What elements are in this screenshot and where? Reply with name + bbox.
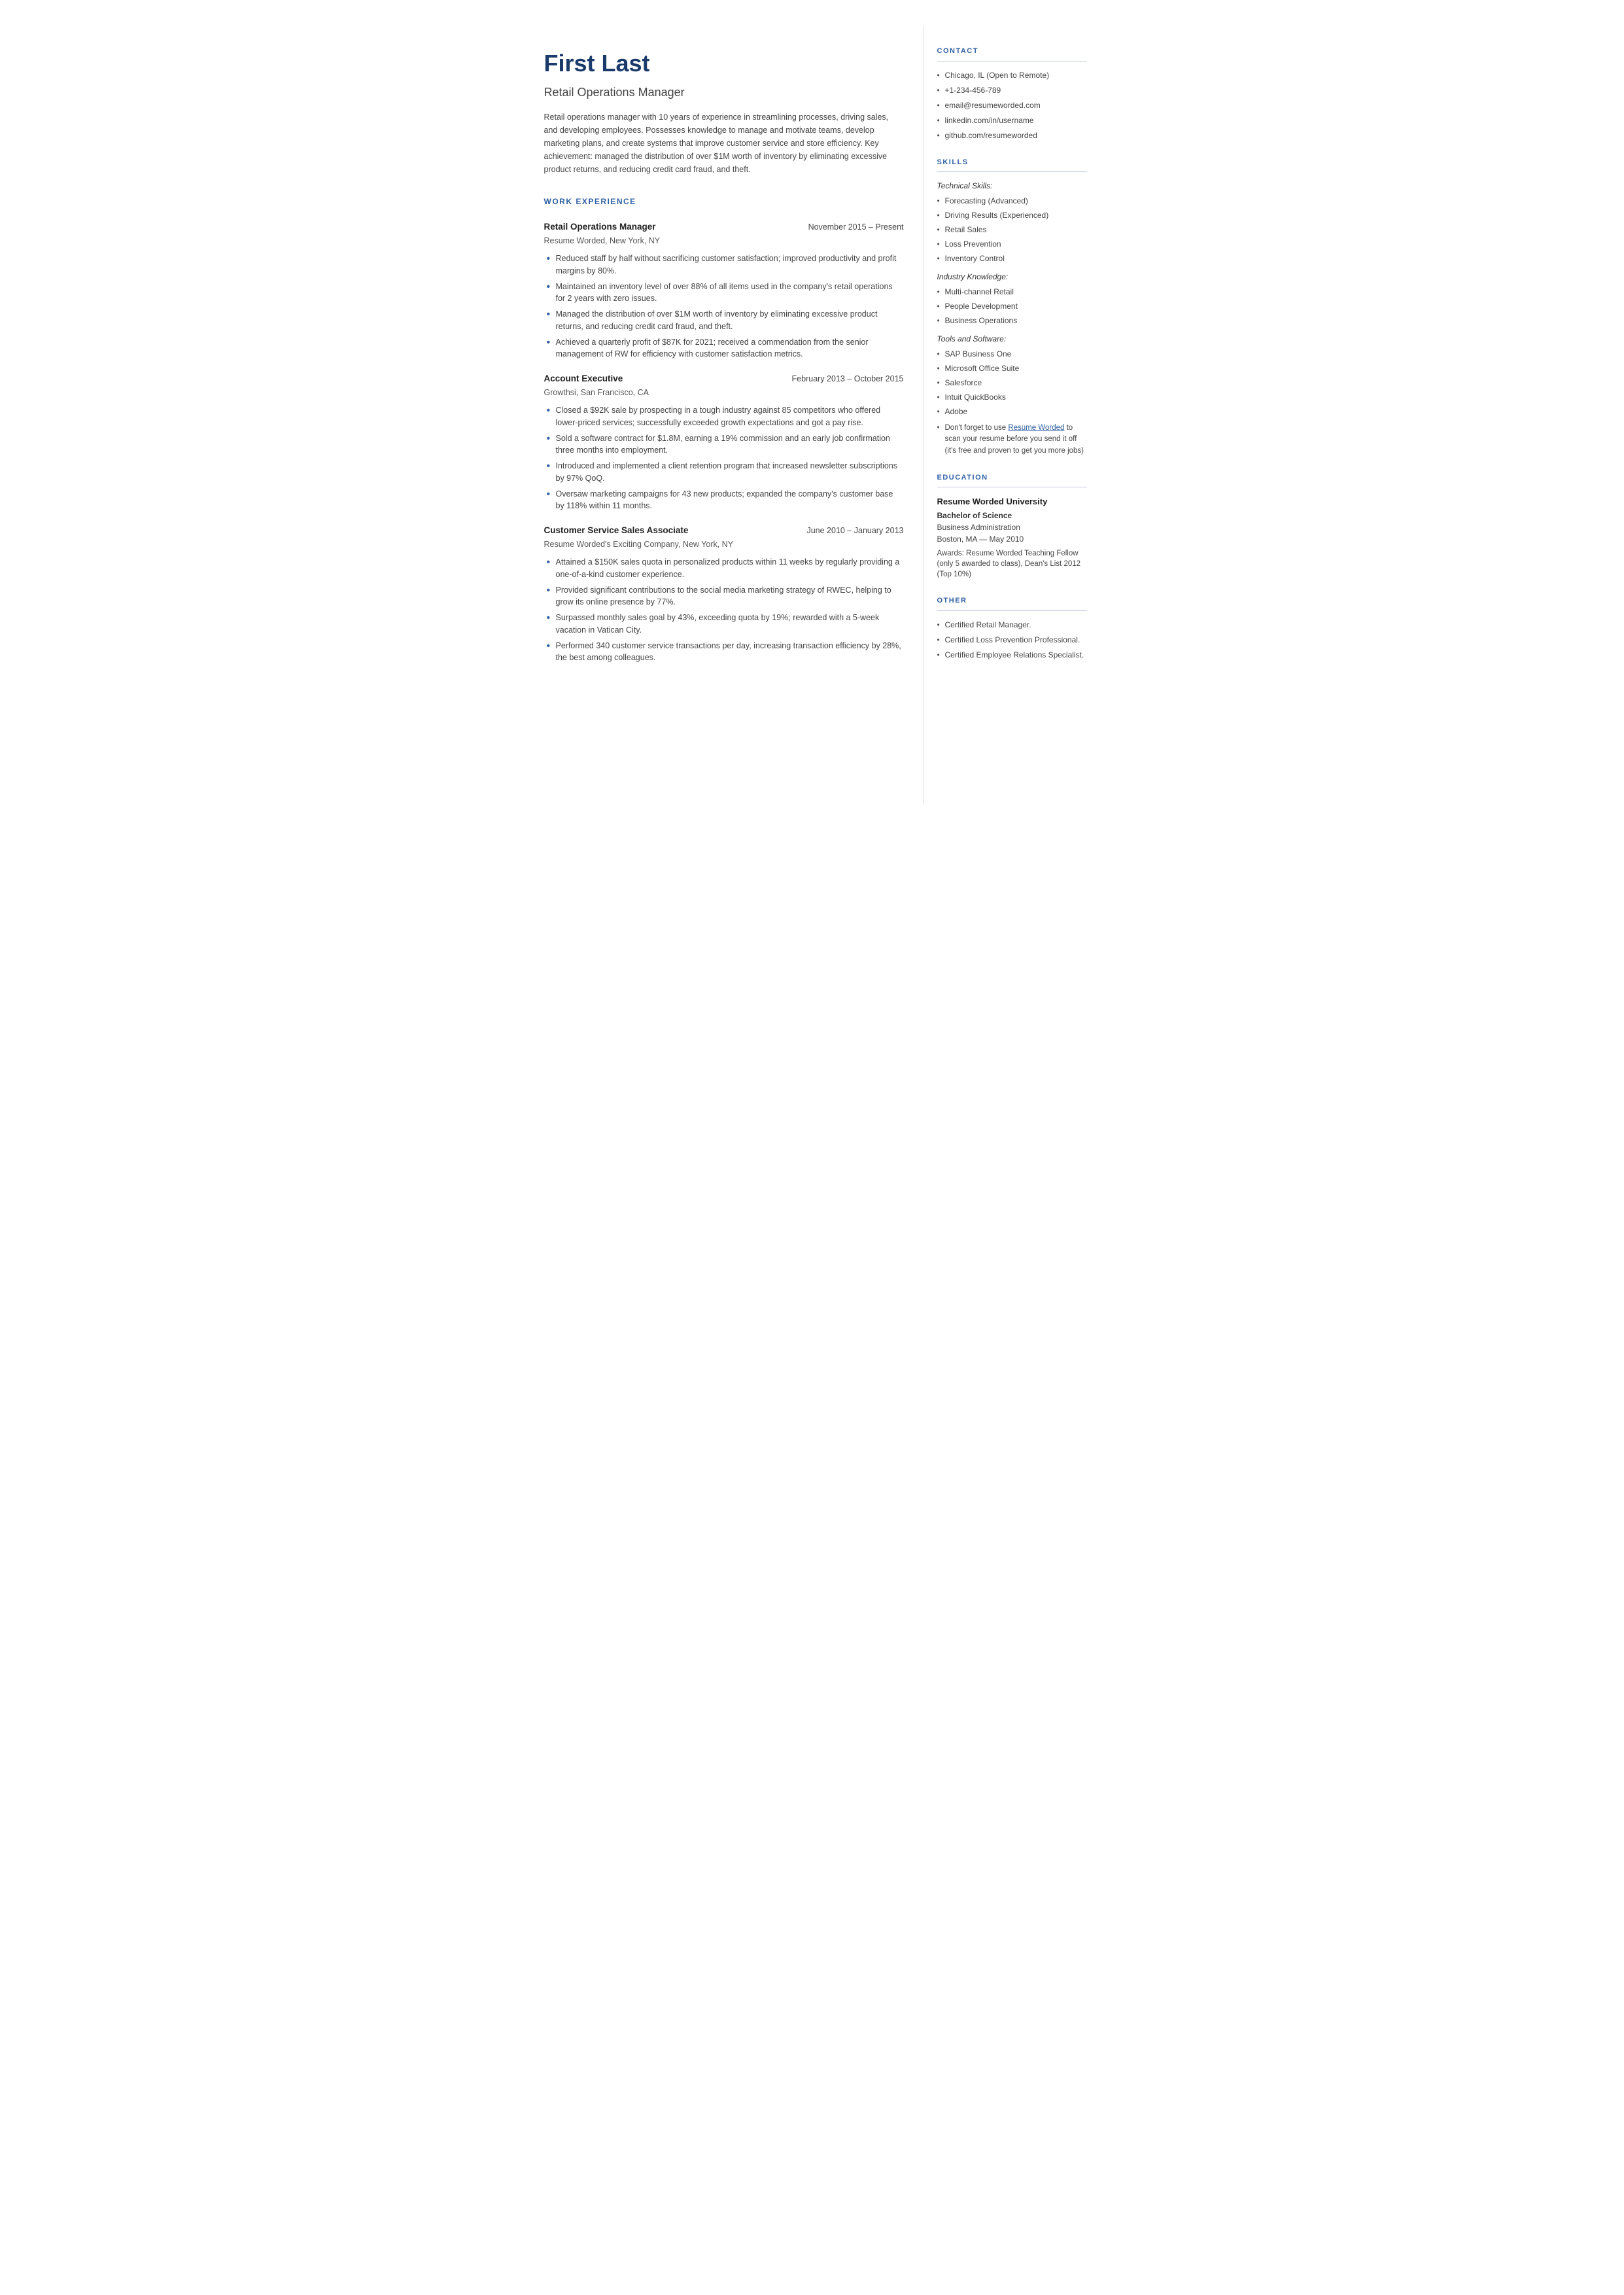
list-item: Inventory Control — [937, 253, 1087, 264]
list-item: Driving Results (Experienced) — [937, 209, 1087, 221]
resume-page: First Last Retail Operations Manager Ret… — [518, 0, 1107, 831]
list-item: Achieved a quarterly profit of $87K for … — [544, 336, 904, 361]
work-experience-label: WORK EXPERIENCE — [544, 196, 904, 211]
right-column: CONTACT Chicago, IL (Open to Remote) +1-… — [924, 26, 1107, 805]
job-2: Account Executive February 2013 – Octobe… — [544, 372, 904, 512]
summary-text: Retail operations manager with 10 years … — [544, 111, 904, 176]
technical-skills-label: Technical Skills: — [937, 180, 1087, 192]
job-2-dates: February 2013 – October 2015 — [792, 373, 904, 385]
list-item: Certified Retail Manager. — [937, 619, 1087, 631]
job-1-dates: November 2015 – Present — [808, 221, 904, 234]
list-item: Intuit QuickBooks — [937, 391, 1087, 403]
list-item: Closed a $92K sale by prospecting in a t… — [544, 404, 904, 429]
tools-list: SAP Business One Microsoft Office Suite … — [937, 348, 1087, 417]
list-item: Reduced staff by half without sacrificin… — [544, 253, 904, 277]
list-item: linkedin.com/in/username — [937, 114, 1087, 126]
list-item: Introduced and implemented a client rete… — [544, 460, 904, 485]
resume-worded-link[interactable]: Resume Worded — [1008, 424, 1064, 432]
list-item: People Development — [937, 300, 1087, 312]
edu-location: Boston, MA — May 2010 — [937, 533, 1087, 545]
list-item: Retail Sales — [937, 224, 1087, 236]
contact-list: Chicago, IL (Open to Remote) +1-234-456-… — [937, 69, 1087, 141]
job-2-bullets: Closed a $92K sale by prospecting in a t… — [544, 404, 904, 512]
edu-degree: Bachelor of Science — [937, 510, 1087, 521]
list-item: Chicago, IL (Open to Remote) — [937, 69, 1087, 81]
skills-label: SKILLS — [937, 157, 1087, 173]
education-section: EDUCATION Resume Worded University Bache… — [937, 472, 1087, 580]
list-item: email@resumeworded.com — [937, 99, 1087, 111]
left-column: First Last Retail Operations Manager Ret… — [518, 26, 924, 805]
technical-skills-list: Forecasting (Advanced) Driving Results (… — [937, 195, 1087, 264]
job-2-title: Account Executive — [544, 372, 623, 385]
job-1-bullets: Reduced staff by half without sacrificin… — [544, 253, 904, 360]
list-item: SAP Business One — [937, 348, 1087, 360]
job-3-header: Customer Service Sales Associate June 20… — [544, 524, 904, 537]
other-label: OTHER — [937, 595, 1087, 611]
edu-awards: Awards: Resume Worded Teaching Fellow (o… — [937, 548, 1087, 580]
job-2-header: Account Executive February 2013 – Octobe… — [544, 372, 904, 385]
university-name: Resume Worded University — [937, 495, 1087, 508]
other-section: OTHER Certified Retail Manager. Certifie… — [937, 595, 1087, 661]
industry-skills-list: Multi-channel Retail People Development … — [937, 286, 1087, 326]
tools-label: Tools and Software: — [937, 333, 1087, 345]
list-item: Adobe — [937, 406, 1087, 417]
skills-section: SKILLS Technical Skills: Forecasting (Ad… — [937, 157, 1087, 457]
job-1-header: Retail Operations Manager November 2015 … — [544, 220, 904, 234]
contact-section: CONTACT Chicago, IL (Open to Remote) +1-… — [937, 46, 1087, 141]
list-item: Provided significant contributions to th… — [544, 584, 904, 609]
edu-field: Business Administration — [937, 521, 1087, 533]
list-item: github.com/resumeworded — [937, 130, 1087, 141]
job-1: Retail Operations Manager November 2015 … — [544, 220, 904, 360]
other-list: Certified Retail Manager. Certified Loss… — [937, 619, 1087, 661]
list-item: Multi-channel Retail — [937, 286, 1087, 298]
list-item: Forecasting (Advanced) — [937, 195, 1087, 207]
job-3-title: Customer Service Sales Associate — [544, 524, 689, 537]
resume-worded-note: Don't forget to use Resume Worded to sca… — [937, 423, 1087, 457]
education-label: EDUCATION — [937, 472, 1087, 488]
list-item: Attained a $150K sales quota in personal… — [544, 556, 904, 581]
list-item: Surpassed monthly sales goal by 43%, exc… — [544, 612, 904, 637]
list-item: Business Operations — [937, 315, 1087, 326]
list-item: Microsoft Office Suite — [937, 362, 1087, 374]
list-item: Certified Loss Prevention Professional. — [937, 634, 1087, 646]
contact-label: CONTACT — [937, 46, 1087, 61]
industry-knowledge-label: Industry Knowledge: — [937, 271, 1087, 283]
job-3-company: Resume Worded's Exciting Company, New Yo… — [544, 538, 904, 551]
job-1-title: Retail Operations Manager — [544, 220, 656, 234]
list-item: Loss Prevention — [937, 238, 1087, 250]
job-1-company: Resume Worded, New York, NY — [544, 235, 904, 247]
job-2-company: Growthsi, San Francisco, CA — [544, 387, 904, 399]
work-experience-section: WORK EXPERIENCE Retail Operations Manage… — [544, 196, 904, 664]
list-item: Performed 340 customer service transacti… — [544, 640, 904, 665]
job-3: Customer Service Sales Associate June 20… — [544, 524, 904, 664]
list-item: Oversaw marketing campaigns for 43 new p… — [544, 488, 904, 513]
candidate-name: First Last — [544, 46, 904, 81]
list-item: Maintained an inventory level of over 88… — [544, 281, 904, 306]
list-item: Sold a software contract for $1.8M, earn… — [544, 432, 904, 457]
list-item: Certified Employee Relations Specialist. — [937, 649, 1087, 661]
list-item: +1-234-456-789 — [937, 84, 1087, 96]
job-3-bullets: Attained a $150K sales quota in personal… — [544, 556, 904, 664]
list-item: Managed the distribution of over $1M wor… — [544, 308, 904, 333]
list-item: Salesforce — [937, 377, 1087, 389]
candidate-title: Retail Operations Manager — [544, 84, 904, 101]
job-3-dates: June 2010 – January 2013 — [806, 525, 903, 537]
